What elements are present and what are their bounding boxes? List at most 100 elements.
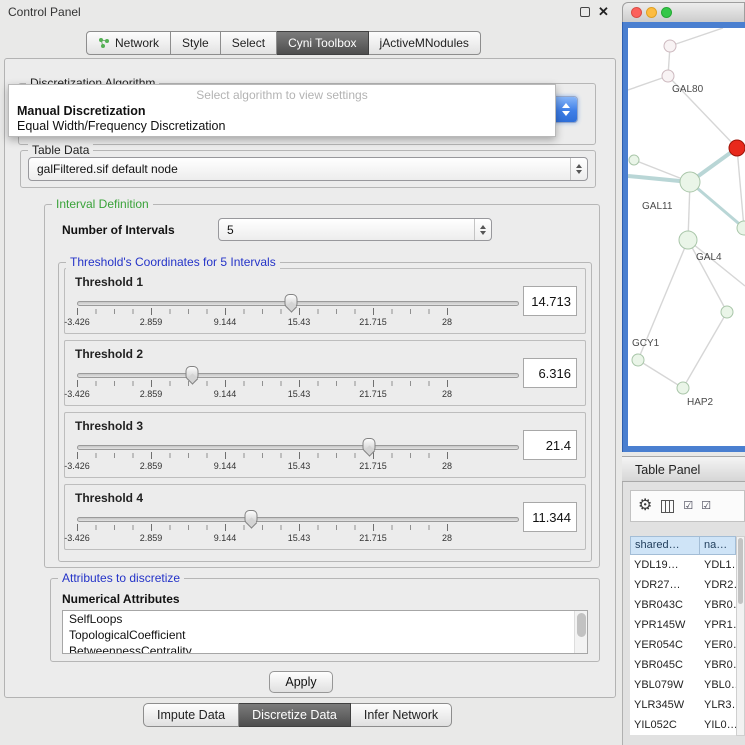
scale-label: 15.43: [288, 461, 311, 471]
network-node[interactable]: [679, 231, 697, 249]
dropdown-placeholder: Select algorithm to view settings: [9, 85, 555, 102]
scale-label: -3.426: [64, 389, 90, 399]
node-label: GAL80: [672, 84, 704, 95]
thresholds-group-label: Threshold's Coordinates for 5 Intervals: [66, 255, 280, 269]
scale-label: 15.43: [288, 317, 311, 327]
network-node[interactable]: [632, 354, 644, 366]
scrollbar-thumb[interactable]: [738, 538, 743, 604]
tab-cyni-toolbox[interactable]: Cyni Toolbox: [277, 31, 368, 55]
slider-ticks: [77, 525, 447, 530]
threshold-slider: -3.426 2.859 9.144 15.43 21.715 28: [77, 293, 519, 331]
scrollbar-thumb[interactable]: [577, 613, 586, 637]
threshold-slider: -3.426 2.859 9.144 15.43 21.715 28: [77, 365, 519, 403]
table-columns-icon[interactable]: [661, 500, 674, 513]
network-node-selected[interactable]: [729, 140, 745, 156]
close-icon[interactable]: ✕: [598, 4, 609, 20]
table-row[interactable]: YDL19…YDL1…: [630, 555, 736, 575]
network-node[interactable]: [677, 382, 689, 394]
scale-label: 28: [442, 317, 452, 327]
scale-label: 28: [442, 389, 452, 399]
minimize-window-icon[interactable]: [646, 7, 657, 18]
dropdown-option-equal-width[interactable]: Equal Width/Frequency Discretization: [9, 118, 555, 133]
top-tab-bar: Network Style Select Cyni Toolbox jActiv…: [86, 31, 481, 55]
threshold-label: Threshold 1: [75, 275, 143, 289]
scale-label: -3.426: [64, 317, 90, 327]
zoom-window-icon[interactable]: [661, 7, 672, 18]
slider-handle[interactable]: [363, 438, 376, 452]
column-header-shared-name[interactable]: shared…: [630, 536, 700, 555]
scale-label: 2.859: [140, 533, 163, 543]
table-row[interactable]: YIL052CYIL0…: [630, 715, 736, 735]
combobox-stepper-icon[interactable]: [474, 219, 491, 240]
attributes-list: SelfLoops TopologicalCoefficient Between…: [62, 610, 588, 654]
close-window-icon[interactable]: [631, 7, 642, 18]
control-panel-titlebar: Control Panel ✕: [0, 0, 620, 24]
scale-label: 2.859: [140, 317, 163, 327]
tab-infer-network[interactable]: Infer Network: [351, 703, 452, 727]
scale-label: 2.859: [140, 389, 163, 399]
down-arrow-icon: [480, 231, 486, 235]
tab-impute-data[interactable]: Impute Data: [143, 703, 239, 727]
gear-icon[interactable]: ⚙: [638, 498, 652, 514]
combobox-stepper-icon[interactable]: [555, 97, 577, 122]
network-window-titlebar[interactable]: [622, 2, 745, 22]
dropdown-option-manual[interactable]: Manual Discretization: [9, 102, 555, 118]
tab-style[interactable]: Style: [171, 31, 221, 55]
table-row[interactable]: YER054CYER0…: [630, 635, 736, 655]
tab-discretize-data[interactable]: Discretize Data: [239, 703, 351, 727]
threshold-slider: -3.426 2.859 9.144 15.43 21.715 28: [77, 437, 519, 475]
column-header-name[interactable]: na…: [700, 536, 736, 555]
threshold-label: Threshold 4: [75, 491, 143, 505]
scale-label: 15.43: [288, 389, 311, 399]
network-node[interactable]: [680, 172, 700, 192]
select-columns-icon[interactable]: ☑: [701, 501, 710, 512]
threshold-value-field[interactable]: 11.344: [523, 502, 577, 532]
network-node[interactable]: [664, 40, 676, 52]
table-row[interactable]: YLR345WYLR3…: [630, 695, 736, 715]
node-attribute-table: shared… na… YDL19…YDL1… YDR27…YDR2… YBR0…: [630, 536, 736, 735]
threshold-value-field[interactable]: 21.4: [523, 430, 577, 460]
page-title: Control Panel: [8, 5, 81, 19]
slider-handle[interactable]: [244, 510, 257, 524]
table-data-value: galFiltered.sif default node: [37, 162, 178, 176]
network-node[interactable]: [629, 155, 639, 165]
network-node[interactable]: [721, 306, 733, 318]
table-row[interactable]: YDR27…YDR2…: [630, 575, 736, 595]
tab-select[interactable]: Select: [221, 31, 277, 55]
table-panel-header: Table Panel: [622, 456, 745, 482]
table-row[interactable]: YBL079WYBL0…: [630, 675, 736, 695]
select-all-icon[interactable]: ☑: [683, 501, 692, 512]
tab-network[interactable]: Network: [86, 31, 171, 55]
threshold-value-field[interactable]: 6.316: [523, 358, 577, 388]
combobox-stepper-icon[interactable]: [570, 158, 587, 180]
scale-label: 21.715: [359, 317, 387, 327]
scale-label: 21.715: [359, 389, 387, 399]
list-scrollbar[interactable]: [574, 611, 587, 653]
list-item[interactable]: BetweennessCentrality: [63, 643, 587, 654]
threshold-4-block: Threshold 4 11.344 -3.426 2.859 9.144 15…: [64, 484, 586, 550]
list-item[interactable]: SelfLoops: [63, 611, 587, 627]
scale-label: 21.715: [359, 461, 387, 471]
network-canvas[interactable]: GAL80 GAL11 GAL4 GCY1 HAP2: [628, 28, 745, 446]
threshold-label: Threshold 2: [75, 347, 143, 361]
scale-label: 28: [442, 461, 452, 471]
slider-ticks: [77, 309, 447, 314]
slider-handle[interactable]: [185, 366, 198, 380]
list-item[interactable]: TopologicalCoefficient: [63, 627, 587, 643]
table-data-combobox[interactable]: galFiltered.sif default node: [28, 157, 588, 181]
table-row[interactable]: YPR145WYPR1…: [630, 615, 736, 635]
float-window-icon[interactable]: [580, 7, 590, 17]
network-node[interactable]: [662, 70, 674, 82]
table-row[interactable]: YBR043CYBR0…: [630, 595, 736, 615]
table-scrollbar[interactable]: [736, 536, 745, 736]
slider-handle[interactable]: [284, 294, 297, 308]
algorithm-dropdown: Select algorithm to view settings Manual…: [8, 84, 556, 137]
tab-jactivemnodules[interactable]: jActiveMNodules: [369, 31, 481, 55]
num-intervals-combobox[interactable]: 5: [218, 218, 492, 241]
table-row[interactable]: YBR045CYBR0…: [630, 655, 736, 675]
table-panel-toolbar: ⚙ ☑ ☑: [630, 490, 745, 522]
apply-button[interactable]: Apply: [269, 671, 333, 693]
threshold-value-field[interactable]: 14.713: [523, 286, 577, 316]
scale-label: 9.144: [214, 461, 237, 471]
node-label: GCY1: [632, 338, 660, 349]
